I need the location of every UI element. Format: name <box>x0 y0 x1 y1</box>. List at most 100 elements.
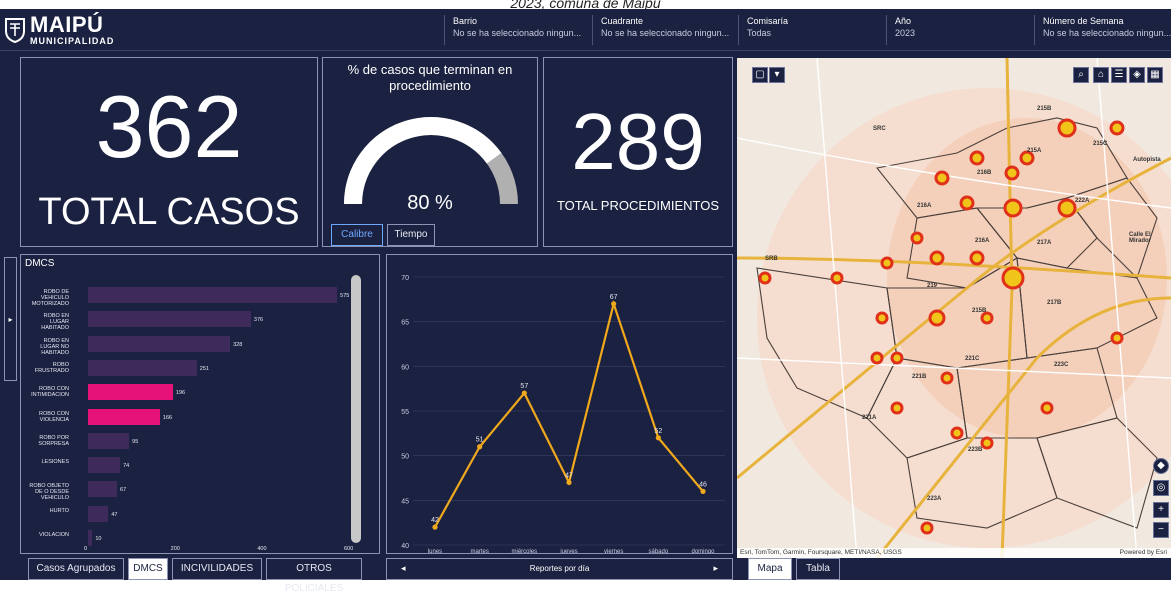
filter-barrio[interactable]: Barrio No se ha seleccionado ningun... <box>444 15 592 45</box>
bar-category-label: ROBO DE VEHICULO MOTORIZADO <box>31 289 69 307</box>
x-tick-label: lunes <box>428 549 442 553</box>
dashboard: MAIPÚ MUNICIPALIDAD Barrio No se ha sele… <box>0 9 1171 594</box>
line-chart-nav-label: Reportes por día <box>529 564 590 573</box>
map-label: SRC <box>873 126 886 132</box>
map-label: 223C <box>1054 362 1069 368</box>
x-tick-label: jueves <box>559 549 577 553</box>
data-point <box>700 488 706 494</box>
home-icon[interactable]: ⌂ <box>1093 67 1109 83</box>
tab-casos-agrupados[interactable]: Casos Agrupados <box>28 558 124 580</box>
side-panel-toggle[interactable]: ▸ <box>4 257 17 381</box>
gauge-value: 80 % <box>407 192 453 214</box>
filter-value: Todas <box>747 28 772 38</box>
filter-comisaria[interactable]: Comisaría Todas <box>738 15 886 45</box>
bar-category-label: ROBO CON INTIMIDACION <box>31 386 69 399</box>
filter-anio[interactable]: Año 2023 <box>886 15 1034 45</box>
total-casos-value: 362 <box>95 77 243 176</box>
map-label: 221B <box>912 374 927 380</box>
bar[interactable] <box>88 481 117 498</box>
x-tick-label: viernes <box>604 549 623 553</box>
filter-label: Año <box>895 16 912 26</box>
filter-numero-semana[interactable]: Número de Semana No se ha seleccionado n… <box>1034 15 1171 45</box>
filter-label: Barrio <box>453 16 478 26</box>
total-procedimientos-label: TOTAL PROCEDIMIENTOS <box>556 198 720 213</box>
map-label: 221C <box>965 356 980 362</box>
filter-cuadrante[interactable]: Cuadrante No se ha seleccionado ningun..… <box>592 15 738 45</box>
tab-dmcs[interactable]: DMCS <box>128 558 168 580</box>
map-label: Calle El Mirador <box>1129 232 1152 244</box>
scrollbar[interactable] <box>351 275 361 543</box>
bar[interactable] <box>88 505 108 522</box>
bar[interactable] <box>88 287 337 303</box>
bar-value-label: 10 <box>95 536 102 542</box>
data-point <box>655 435 661 441</box>
logo-main-text: MAIPÚ <box>30 12 104 37</box>
map-label: 216A <box>917 203 932 209</box>
attribution-text: Esri, TomTom, Garmin, Foursquare, METI/N… <box>740 549 902 556</box>
bar-value-label: 74 <box>123 463 130 470</box>
locate-icon[interactable]: ◎ <box>1153 480 1169 496</box>
gauge-title: % de casos que terminan en procedimiento <box>347 62 513 93</box>
select-tool-button[interactable]: ▢ <box>752 67 768 83</box>
tab-incivilidades[interactable]: INCIVILIDADES <box>172 558 262 580</box>
line-chart-nav: ◂ Reportes por día ▸ <box>386 558 733 580</box>
next-arrow-icon[interactable]: ▸ <box>713 563 718 574</box>
basemap-gallery-icon[interactable]: ▦ <box>1147 67 1163 83</box>
x-tick-label: martes <box>470 549 488 553</box>
bar-category-label: ROBO EN LUGAR HABITADO <box>41 313 69 332</box>
map-label: 215A <box>1027 148 1042 154</box>
bar[interactable] <box>88 530 92 546</box>
bar[interactable] <box>88 335 230 352</box>
bar-category-label: HURTO <box>49 507 69 514</box>
y-tick-label: 40 <box>401 543 409 550</box>
data-label: 42 <box>431 517 439 524</box>
filter-label: Número de Semana <box>1043 16 1124 26</box>
search-icon[interactable]: ⌕ <box>1073 67 1089 83</box>
bar-value-label: 95 <box>132 438 139 445</box>
map-label: 217B <box>1047 300 1062 306</box>
map-basemap <box>737 58 1171 558</box>
chevron-down-icon[interactable]: ▾ <box>769 67 785 83</box>
bar[interactable] <box>88 384 173 401</box>
tab-mapa[interactable]: Mapa <box>748 558 792 580</box>
x-tick-label: 0 <box>84 546 88 552</box>
y-tick-label: 70 <box>401 275 409 282</box>
zoom-out-button[interactable]: − <box>1153 522 1169 538</box>
data-label: 47 <box>565 472 573 479</box>
map-label: 222A <box>1075 198 1090 204</box>
total-procedimientos-card: 289 TOTAL PROCEDIMIENTOS <box>543 57 733 247</box>
compass-icon[interactable]: ◆ <box>1153 458 1169 474</box>
x-tick-label: domingo <box>691 549 715 553</box>
tab-otros-policiales[interactable]: OTROS POLICIALES <box>266 558 362 594</box>
layers-icon[interactable]: ◈ <box>1129 67 1145 83</box>
map-label: Autopista <box>1133 157 1161 163</box>
map-label: SRB <box>765 256 778 262</box>
bar[interactable] <box>88 359 197 376</box>
data-label: 51 <box>476 437 484 444</box>
map-label: 215B <box>1037 106 1052 112</box>
tab-tabla[interactable]: Tabla <box>796 558 840 580</box>
zoom-in-button[interactable]: + <box>1153 502 1169 518</box>
bar-value-label: 196 <box>175 390 186 397</box>
bar-value-label: 575 <box>340 293 350 299</box>
legend-icon[interactable]: ☰ <box>1111 67 1127 83</box>
daily-line-chart: 40 45 50 55 60 65 70 lunes martes miércoles jueves… <box>401 275 725 553</box>
x-tick-label: 400 <box>257 546 267 552</box>
map-view[interactable]: SRC 215B 215A 215C 216B 216A 222A 216A 2… <box>737 58 1171 558</box>
bar[interactable] <box>88 457 120 474</box>
bar-value-label: 328 <box>233 341 243 348</box>
total-procedimientos-value: 289 <box>571 97 705 186</box>
x-tick-label: 200 <box>170 546 180 552</box>
data-label: 67 <box>610 294 618 301</box>
bar[interactable] <box>88 311 251 328</box>
bar[interactable] <box>88 408 160 425</box>
map-label: 219 <box>927 283 938 289</box>
bar-category-label: LESIONES <box>41 459 69 466</box>
bar-category-label: VIOLACION <box>39 532 69 538</box>
tab-tiempo[interactable]: Tiempo <box>387 224 435 246</box>
bar[interactable] <box>88 432 129 449</box>
map-label: 223B <box>968 447 983 453</box>
map-label: 216B <box>977 170 992 176</box>
tab-calibre[interactable]: Calibre <box>331 224 383 246</box>
gauge-card: % de casos que terminan en procedimiento… <box>322 57 538 247</box>
